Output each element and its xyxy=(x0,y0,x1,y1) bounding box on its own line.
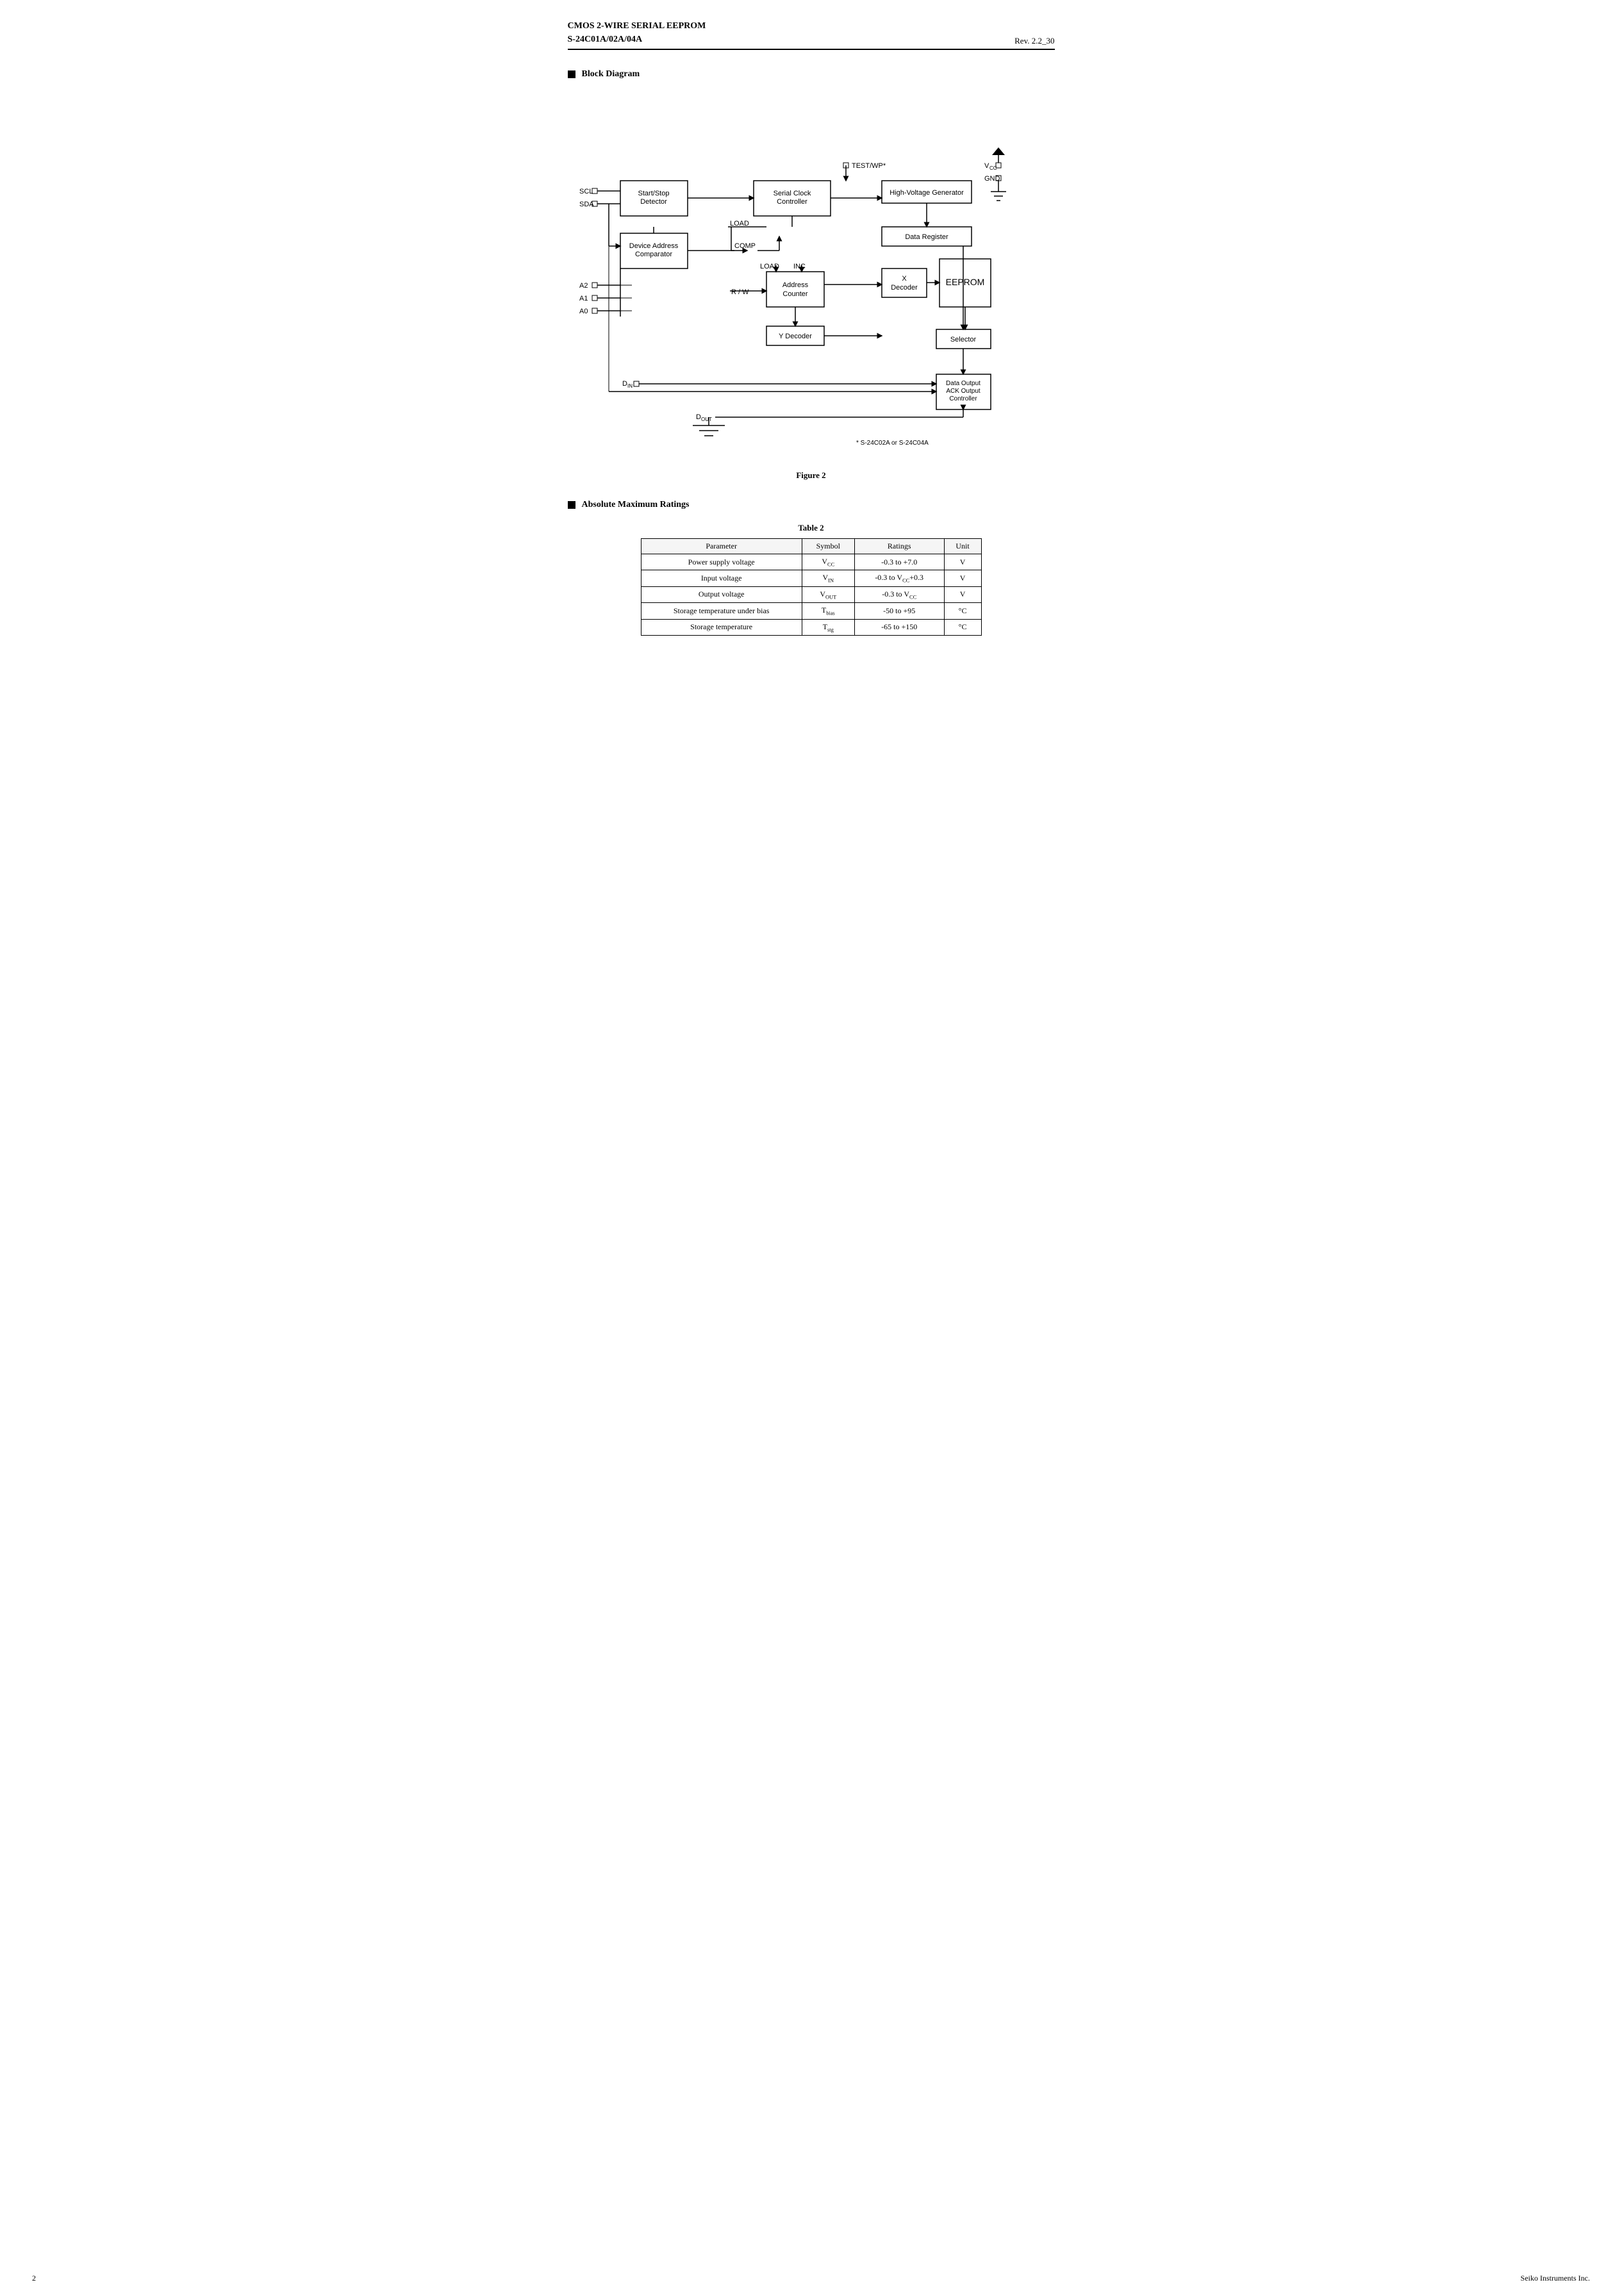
gnd-label: GND xyxy=(984,175,1000,183)
table-header-row: Parameter Symbol Ratings Unit xyxy=(641,539,981,554)
rw-label: R / W xyxy=(731,288,749,296)
testwp-label: TEST/WP* xyxy=(852,162,886,170)
dout-sub: OUT xyxy=(701,417,712,422)
block-diagram-svg: SCL SDA Start/Stop Detector Serial Clock… xyxy=(568,92,1055,464)
addr-counter-box xyxy=(766,272,824,307)
rat-psu: -0.3 to +7.0 xyxy=(854,554,944,570)
param-psu: Power supply voltage xyxy=(641,554,802,570)
unit-tbias: °C xyxy=(944,603,981,619)
sym-tstg: Tstg xyxy=(802,619,854,635)
selector-text: Selector xyxy=(950,336,976,343)
unit-tstg: °C xyxy=(944,619,981,635)
a2-label: A2 xyxy=(579,282,588,290)
page-footer: 2 Seiko Instruments Inc. xyxy=(32,2274,1590,2283)
rat-tbias: -50 to +95 xyxy=(854,603,944,619)
section-bullet xyxy=(568,70,575,78)
block-diagram-section-title: Block Diagram xyxy=(568,69,1055,79)
start-stop-text1: Start/Stop xyxy=(638,190,669,197)
page-header: CMOS 2-WIRE SERIAL EEPROM S-24C01A/02A/0… xyxy=(568,19,1055,50)
unit-psu: V xyxy=(944,554,981,570)
scl-label: SCL xyxy=(579,188,593,195)
eeprom-text: EEPROM xyxy=(945,277,984,287)
col-parameter: Parameter xyxy=(641,539,802,554)
start-stop-text2: Detector xyxy=(640,198,667,206)
x-decoder-box xyxy=(882,268,927,297)
data-reg-text: Data Register xyxy=(905,233,948,241)
vcc-arrow-up xyxy=(992,147,1005,155)
sym-vout: VOUT xyxy=(802,586,854,602)
unit-vin: V xyxy=(944,570,981,586)
section-bullet-2 xyxy=(568,501,575,509)
unit-vout: V xyxy=(944,586,981,602)
sym-psu: VCC xyxy=(802,554,854,570)
document-title: CMOS 2-WIRE SERIAL EEPROM S-24C01A/02A/0… xyxy=(568,19,706,46)
table-title: Table 2 xyxy=(568,523,1055,533)
rat-vin: -0.3 to VCC+0.3 xyxy=(854,570,944,586)
serial-clock-text1: Serial Clock xyxy=(773,190,811,197)
table-row: Output voltage VOUT -0.3 to VCC V xyxy=(641,586,981,602)
y-decoder-text: Y Decoder xyxy=(779,333,812,340)
table-row: Storage temperature under bias Tbias -50… xyxy=(641,603,981,619)
serial-clock-text2: Controller xyxy=(777,198,807,206)
vcc-label: V xyxy=(984,162,989,170)
dout-label: D xyxy=(696,413,701,421)
x-decoder-text1: X xyxy=(902,275,907,283)
rat-vout: -0.3 to VCC xyxy=(854,586,944,602)
hv-gen-text: High-Voltage Generator xyxy=(890,189,964,197)
ratings-table: Parameter Symbol Ratings Unit Power supp… xyxy=(641,538,982,636)
footnote-text: * S-24C02A or S-24C04A xyxy=(856,440,929,447)
col-symbol: Symbol xyxy=(802,539,854,554)
block-diagram: SCL SDA Start/Stop Detector Serial Clock… xyxy=(568,92,1055,464)
col-ratings: Ratings xyxy=(854,539,944,554)
revision-info: Rev. 2.2_30 xyxy=(1014,36,1054,46)
data-out-text1: Data Output xyxy=(946,380,981,387)
param-tstg: Storage temperature xyxy=(641,619,802,635)
din-sub: IN xyxy=(627,383,633,389)
dev-addr-text2: Comparator xyxy=(634,251,672,258)
inc-label: INC xyxy=(793,263,806,270)
param-tbias: Storage temperature under bias xyxy=(641,603,802,619)
a0-label: A0 xyxy=(579,308,588,315)
table-row: Power supply voltage VCC -0.3 to +7.0 V xyxy=(641,554,981,570)
comp-label: COMP xyxy=(734,242,756,250)
x-decoder-text2: Decoder xyxy=(891,284,918,292)
a1-pin-box xyxy=(592,295,597,301)
data-out-text3: Controller xyxy=(949,395,977,402)
a0-pin-box xyxy=(592,308,597,313)
a2-pin-box xyxy=(592,283,597,288)
param-vout: Output voltage xyxy=(641,586,802,602)
a1-label: A1 xyxy=(579,295,588,302)
sym-vin: VIN xyxy=(802,570,854,586)
load-label1: LOAD xyxy=(730,220,749,227)
figure-label: Figure 2 xyxy=(568,470,1055,481)
din-pin-box xyxy=(634,381,639,386)
param-vin: Input voltage xyxy=(641,570,802,586)
addr-counter-text2: Counter xyxy=(782,290,807,298)
data-out-text2: ACK Output xyxy=(946,388,981,395)
din-label: D xyxy=(622,380,627,388)
sym-tbias: Tbias xyxy=(802,603,854,619)
abs-max-section-title: Absolute Maximum Ratings xyxy=(568,500,1055,510)
rat-tstg: -65 to +150 xyxy=(854,619,944,635)
dev-addr-text1: Device Address xyxy=(629,242,678,250)
table-row: Storage temperature Tstg -65 to +150 °C xyxy=(641,619,981,635)
col-unit: Unit xyxy=(944,539,981,554)
table-row: Input voltage VIN -0.3 to VCC+0.3 V xyxy=(641,570,981,586)
addr-counter-text1: Address xyxy=(782,281,808,289)
